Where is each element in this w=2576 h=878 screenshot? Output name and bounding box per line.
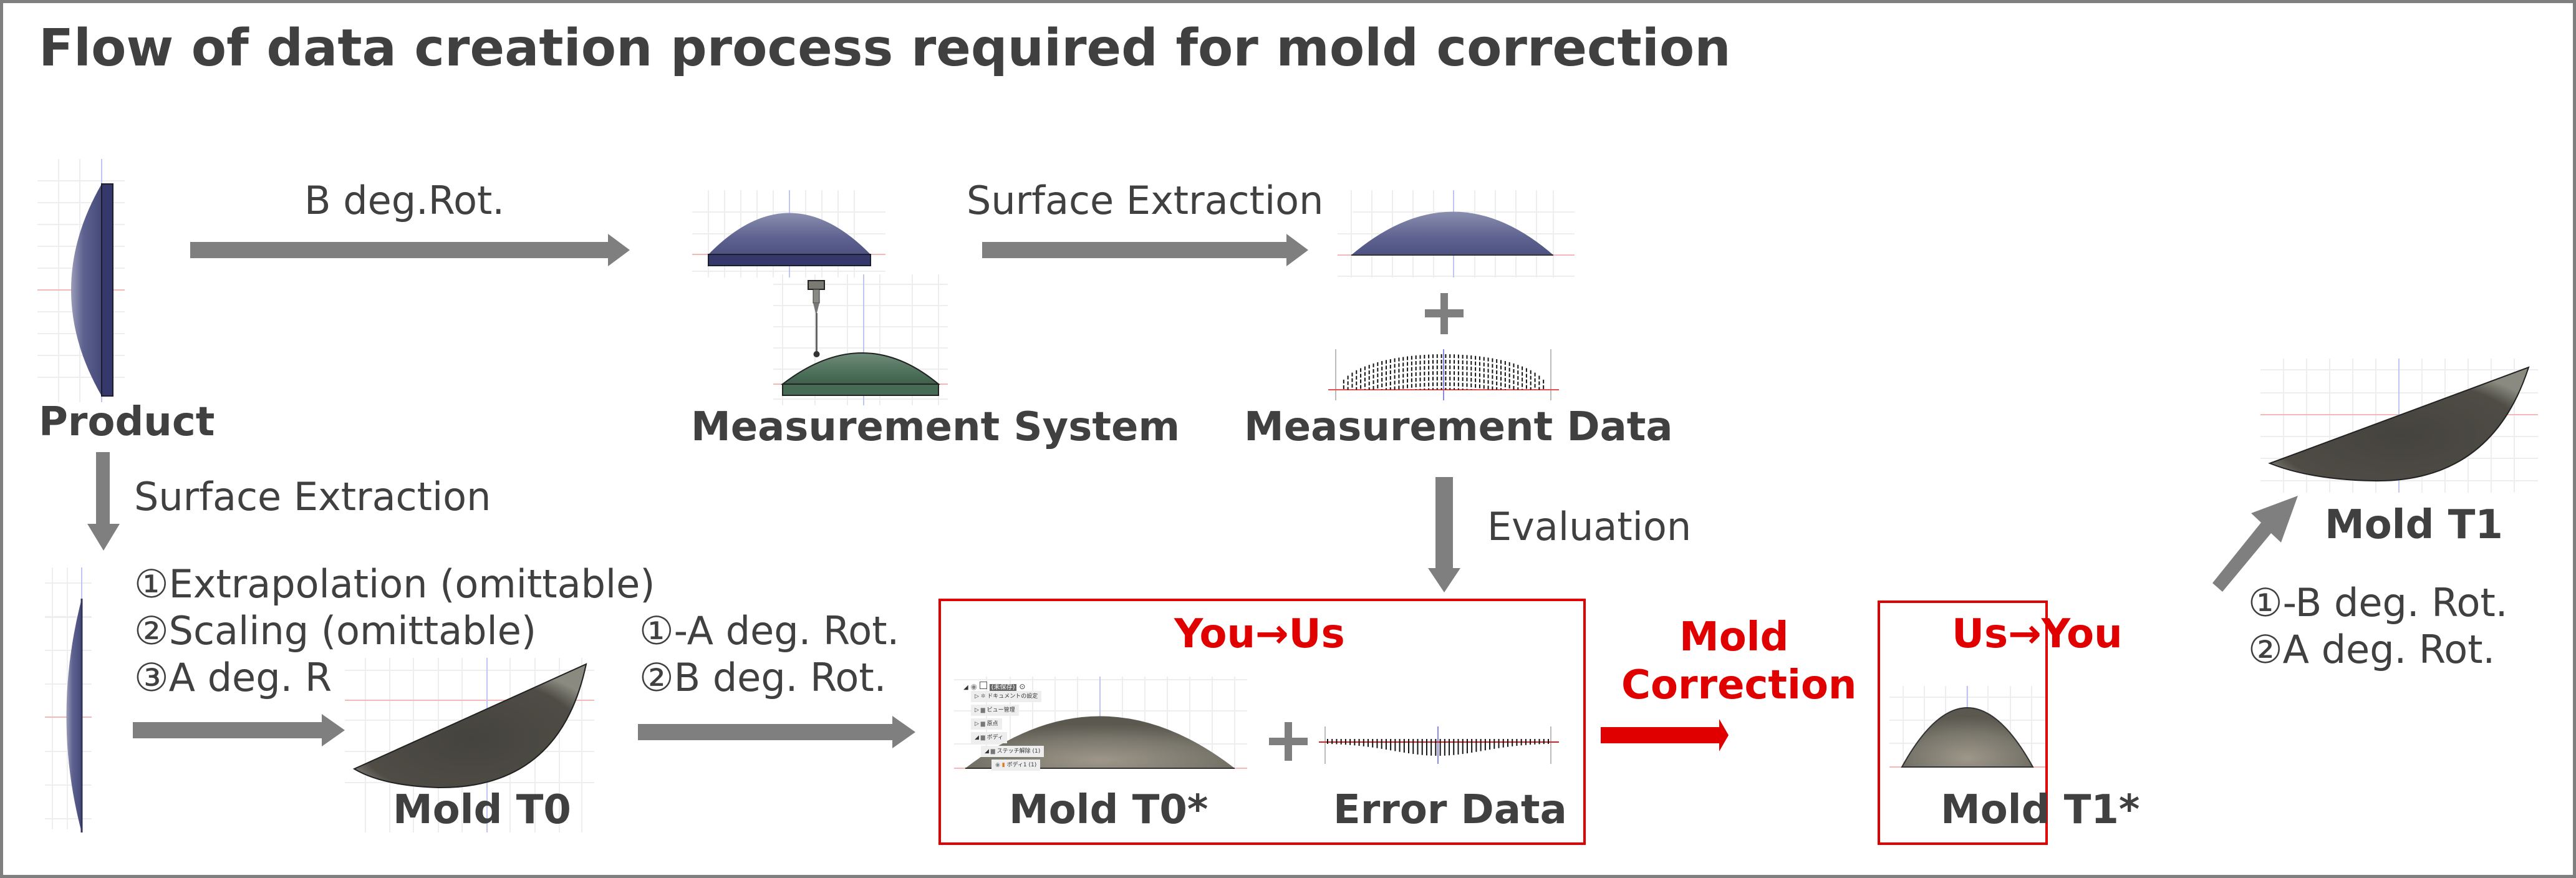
tree-row-origin[interactable]: ▷ ▆ 原点 bbox=[971, 718, 1002, 730]
page-title: Flow of data creation process required f… bbox=[39, 19, 1731, 78]
mold-correction-label-line2: Correction bbox=[1621, 662, 1857, 708]
extracted-surface-image bbox=[1338, 190, 1575, 277]
tree-row-document-settings[interactable]: ▷ ✲ ドキュメントの設定 bbox=[971, 691, 1042, 702]
measurement-system-image bbox=[773, 274, 948, 405]
gear-icon: ✲ bbox=[980, 693, 986, 700]
product-image bbox=[37, 159, 125, 402]
arrow-to-mold-t1 bbox=[2212, 496, 2298, 592]
step-scaling: ②Scaling (omittable) bbox=[134, 608, 537, 654]
folder-icon: ▆ bbox=[980, 707, 985, 713]
mold-correction-label-line1: Mold bbox=[1679, 614, 1789, 660]
measurement-data-image bbox=[1328, 349, 1559, 400]
activate-radio-icon[interactable]: ⊙ bbox=[1019, 682, 1025, 691]
arrow-evaluation bbox=[1428, 477, 1460, 592]
tree-row-bodies[interactable]: ◢ ▆ ボディ bbox=[971, 732, 1007, 743]
eye-icon[interactable]: ◉ bbox=[995, 762, 1000, 768]
tree-label: ドキュメントの設定 bbox=[987, 693, 1038, 700]
folder-icon: ▆ bbox=[980, 735, 985, 741]
tree-label: (未保存) bbox=[989, 684, 1017, 691]
arrow-label-b-rot: B deg.Rot. bbox=[304, 178, 505, 223]
you-to-us-label: You→Us bbox=[1174, 611, 1345, 657]
folder-icon: ▆ bbox=[990, 748, 995, 755]
error-data-image bbox=[1319, 726, 1559, 764]
cad-browser-tree: ◢ ◉ (未保存) ⊙ ▷ ✲ ドキュメントの設定 ▷ ▆ ビュー管理 ▷ ▆ … bbox=[963, 680, 1063, 773]
tree-label: 原点 bbox=[987, 721, 998, 727]
node-label-error-data: Error Data bbox=[1333, 787, 1567, 833]
expand-triangle-icon[interactable]: ▷ bbox=[975, 693, 979, 700]
plus-icon bbox=[1269, 722, 1308, 761]
tree-row-view-management[interactable]: ▷ ▆ ビュー管理 bbox=[971, 705, 1019, 716]
step-b-rot: ②B deg. Rot. bbox=[639, 655, 887, 700]
node-label-measurement-system: Measurement System bbox=[691, 404, 1180, 450]
step-minus-a-rot: ①-A deg. Rot. bbox=[639, 608, 900, 654]
arrow-label-surface-extraction-top: Surface Extraction bbox=[967, 178, 1324, 223]
body-icon: ▮ bbox=[1001, 762, 1005, 768]
arrow-surface-extraction-left bbox=[87, 452, 120, 551]
us-to-you-label: Us→You bbox=[1952, 611, 2123, 657]
expand-triangle-icon[interactable]: ◢ bbox=[963, 684, 968, 691]
expand-triangle-icon[interactable]: ▷ bbox=[975, 721, 979, 727]
node-label-mold-t1-star: Mold T1* bbox=[1941, 787, 2140, 833]
mold-t1-image bbox=[2260, 359, 2538, 493]
node-label-mold-t1: Mold T1 bbox=[2325, 502, 2503, 548]
expand-triangle-icon[interactable]: ▷ bbox=[975, 707, 979, 713]
rotated-product-image bbox=[692, 190, 885, 277]
eye-icon[interactable]: ◉ bbox=[971, 682, 977, 691]
tree-label: ステッチ解除 (1) bbox=[996, 748, 1041, 755]
step-minus-b-rot: ①-B deg. Rot. bbox=[2248, 580, 2508, 625]
step-extrapolation: ①Extrapolation (omittable) bbox=[134, 561, 655, 607]
plus-icon bbox=[1425, 293, 1464, 334]
tree-row-unstitch[interactable]: ◢ ▆ ステッチ解除 (1) bbox=[981, 746, 1044, 757]
tree-row-body1[interactable]: ◉ ▮ ボディ1 (1) bbox=[991, 760, 1041, 771]
arrow-label-evaluation: Evaluation bbox=[1487, 504, 1692, 549]
tree-label: ビュー管理 bbox=[987, 707, 1015, 713]
arrow-surface-extraction-top bbox=[982, 234, 1308, 266]
arrow-b-rot bbox=[190, 234, 630, 266]
arrow-mold-correction bbox=[1601, 719, 1729, 751]
arrow-to-mold-t0 bbox=[133, 714, 345, 746]
node-label-product: Product bbox=[39, 399, 215, 445]
expand-triangle-icon[interactable]: ◢ bbox=[975, 735, 979, 741]
expand-triangle-icon[interactable]: ◢ bbox=[985, 748, 989, 755]
step-a-deg-rot: ③A deg. R bbox=[134, 655, 332, 700]
component-icon bbox=[979, 682, 987, 689]
node-label-mold-t0: Mold T0 bbox=[393, 787, 571, 833]
tree-label: ボディ1 (1) bbox=[1006, 762, 1037, 768]
folder-icon: ▆ bbox=[980, 721, 985, 727]
arrow-label-surface-extraction-left: Surface Extraction bbox=[134, 474, 491, 519]
product-surface-image bbox=[45, 567, 92, 832]
arrow-to-you-us bbox=[638, 716, 915, 748]
node-label-mold-t0-star: Mold T0* bbox=[1009, 787, 1208, 833]
tree-label: ボディ bbox=[987, 735, 1003, 741]
step-a-rot: ②A deg. Rot. bbox=[2248, 627, 2496, 672]
node-label-measurement-data: Measurement Data bbox=[1244, 404, 1673, 450]
mold-t1-star-image bbox=[1889, 686, 2045, 768]
